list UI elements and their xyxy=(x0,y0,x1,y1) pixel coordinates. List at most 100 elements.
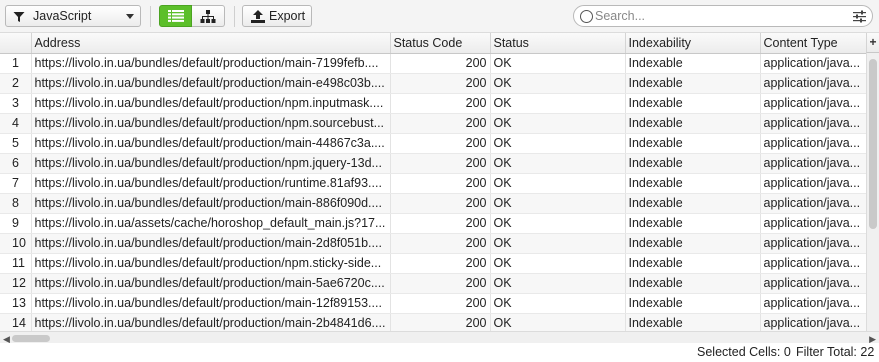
cell-indexability[interactable]: Indexable xyxy=(625,133,761,154)
cell-indexability[interactable]: Indexable xyxy=(625,273,761,294)
cell-indexability[interactable]: Indexable xyxy=(625,73,761,94)
table-row[interactable]: 11 https://livolo.in.ua/bundles/default/p… xyxy=(0,253,866,274)
cell-indexability[interactable]: Indexable xyxy=(625,253,761,274)
cell-status-code[interactable]: 200 xyxy=(390,233,491,254)
cell-status-code[interactable]: 200 xyxy=(390,153,491,174)
row-number[interactable]: 4 xyxy=(0,113,32,134)
cell-address[interactable]: https://livolo.in.ua/bundles/default/pro… xyxy=(31,93,391,114)
cell-status[interactable]: OK xyxy=(490,313,626,331)
row-number[interactable]: 7 xyxy=(0,173,32,194)
table-row[interactable]: 7 https://livolo.in.ua/bundles/default/pr… xyxy=(0,173,866,194)
cell-status[interactable]: OK xyxy=(490,173,626,194)
cell-indexability[interactable]: Indexable xyxy=(625,293,761,314)
cell-status-code[interactable]: 200 xyxy=(390,73,491,94)
horizontal-scroll-thumb[interactable] xyxy=(12,335,50,342)
table-row[interactable]: 10 https://livolo.in.ua/bundles/default/p… xyxy=(0,233,866,254)
column-header-status-code[interactable]: Status Code xyxy=(390,33,491,54)
cell-status[interactable]: OK xyxy=(490,73,626,94)
cell-status-code[interactable]: 200 xyxy=(390,313,491,331)
cell-content-type[interactable]: application/java... xyxy=(760,293,866,314)
table-row[interactable]: 4 https://livolo.in.ua/bundles/default/pr… xyxy=(0,113,866,134)
plus-icon[interactable]: + xyxy=(866,33,879,53)
table-row[interactable]: 12 https://livolo.in.ua/bundles/default/p… xyxy=(0,273,866,294)
filter-dropdown[interactable]: JavaScript xyxy=(5,5,141,27)
cell-address[interactable]: https://livolo.in.ua/assets/cache/horosh… xyxy=(31,213,391,234)
cell-content-type[interactable]: application/java... xyxy=(760,113,866,134)
row-number[interactable]: 6 xyxy=(0,153,32,174)
row-number[interactable]: 2 xyxy=(0,73,32,94)
cell-status[interactable]: OK xyxy=(490,93,626,114)
tree-view-button[interactable] xyxy=(192,5,225,27)
cell-address[interactable]: https://livolo.in.ua/bundles/default/pro… xyxy=(31,273,391,294)
cell-address[interactable]: https://livolo.in.ua/bundles/default/pro… xyxy=(31,153,391,174)
vertical-scroll-thumb[interactable] xyxy=(869,59,877,229)
cell-content-type[interactable]: application/java... xyxy=(760,73,866,94)
cell-status[interactable]: OK xyxy=(490,193,626,214)
column-header-content-type[interactable]: Content Type xyxy=(760,33,866,54)
row-number[interactable]: 12 xyxy=(0,273,32,294)
cell-status[interactable]: OK xyxy=(490,133,626,154)
table-row[interactable]: 2 https://livolo.in.ua/bundles/default/pr… xyxy=(0,73,866,94)
row-number[interactable]: 13 xyxy=(0,293,32,314)
cell-address[interactable]: https://livolo.in.ua/bundles/default/pro… xyxy=(31,53,391,74)
cell-indexability[interactable]: Indexable xyxy=(625,53,761,74)
cell-content-type[interactable]: application/java... xyxy=(760,213,866,234)
cell-indexability[interactable]: Indexable xyxy=(625,313,761,331)
row-number[interactable]: 10 xyxy=(0,233,32,254)
cell-address[interactable]: https://livolo.in.ua/bundles/default/pro… xyxy=(31,253,391,274)
table-row[interactable]: 5 https://livolo.in.ua/bundles/default/pr… xyxy=(0,133,866,154)
cell-status[interactable]: OK xyxy=(490,233,626,254)
cell-indexability[interactable]: Indexable xyxy=(625,193,761,214)
horizontal-scrollbar[interactable]: ◀ ▶ xyxy=(0,331,879,344)
cell-status[interactable]: OK xyxy=(490,273,626,294)
cell-indexability[interactable]: Indexable xyxy=(625,153,761,174)
cell-indexability[interactable]: Indexable xyxy=(625,233,761,254)
cell-status-code[interactable]: 200 xyxy=(390,293,491,314)
cell-content-type[interactable]: application/java... xyxy=(760,93,866,114)
table-row[interactable]: 8 https://livolo.in.ua/bundles/default/pr… xyxy=(0,193,866,214)
cell-content-type[interactable]: application/java... xyxy=(760,273,866,294)
cell-address[interactable]: https://livolo.in.ua/bundles/default/pro… xyxy=(31,133,391,154)
column-header-index[interactable] xyxy=(0,33,32,54)
cell-status-code[interactable]: 200 xyxy=(390,53,491,74)
table-row[interactable]: 13 https://livolo.in.ua/bundles/default/p… xyxy=(0,293,866,314)
cell-status-code[interactable]: 200 xyxy=(390,173,491,194)
row-number[interactable]: 11 xyxy=(0,253,32,274)
row-number[interactable]: 9 xyxy=(0,213,32,234)
table-row[interactable]: 1 https://livolo.in.ua/bundles/default/pr… xyxy=(0,53,866,74)
cell-status[interactable]: OK xyxy=(490,253,626,274)
cell-address[interactable]: https://livolo.in.ua/bundles/default/pro… xyxy=(31,113,391,134)
table-row[interactable]: 14 https://livolo.in.ua/bundles/default/p… xyxy=(0,313,866,331)
cell-indexability[interactable]: Indexable xyxy=(625,113,761,134)
cell-status-code[interactable]: 200 xyxy=(390,113,491,134)
list-view-button[interactable] xyxy=(159,5,192,27)
cell-content-type[interactable]: application/java... xyxy=(760,53,866,74)
cell-content-type[interactable]: application/java... xyxy=(760,173,866,194)
cell-indexability[interactable]: Indexable xyxy=(625,173,761,194)
cell-status[interactable]: OK xyxy=(490,53,626,74)
row-number[interactable]: 3 xyxy=(0,93,32,114)
cell-address[interactable]: https://livolo.in.ua/bundles/default/pro… xyxy=(31,193,391,214)
cell-content-type[interactable]: application/java... xyxy=(760,133,866,154)
cell-indexability[interactable]: Indexable xyxy=(625,213,761,234)
column-header-indexability[interactable]: Indexability xyxy=(625,33,761,54)
cell-content-type[interactable]: application/java... xyxy=(760,233,866,254)
cell-status[interactable]: OK xyxy=(490,293,626,314)
cell-content-type[interactable]: application/java... xyxy=(760,153,866,174)
table-row[interactable]: 9 https://livolo.in.ua/assets/cache/horos… xyxy=(0,213,866,234)
cell-content-type[interactable]: application/java... xyxy=(760,193,866,214)
cell-status-code[interactable]: 200 xyxy=(390,253,491,274)
table-row[interactable]: 6 https://livolo.in.ua/bundles/default/pr… xyxy=(0,153,866,174)
cell-address[interactable]: https://livolo.in.ua/bundles/default/pro… xyxy=(31,233,391,254)
cell-address[interactable]: https://livolo.in.ua/bundles/default/pro… xyxy=(31,73,391,94)
cell-status-code[interactable]: 200 xyxy=(390,193,491,214)
row-number[interactable]: 8 xyxy=(0,193,32,214)
cell-indexability[interactable]: Indexable xyxy=(625,93,761,114)
row-number[interactable]: 1 xyxy=(0,53,32,74)
cell-content-type[interactable]: application/java... xyxy=(760,313,866,331)
export-button[interactable]: Export xyxy=(242,5,312,27)
cell-status[interactable]: OK xyxy=(490,113,626,134)
row-number[interactable]: 14 xyxy=(0,313,32,331)
table-row[interactable]: 3 https://livolo.in.ua/bundles/default/pr… xyxy=(0,93,866,114)
cell-address[interactable]: https://livolo.in.ua/bundles/default/pro… xyxy=(31,313,391,331)
